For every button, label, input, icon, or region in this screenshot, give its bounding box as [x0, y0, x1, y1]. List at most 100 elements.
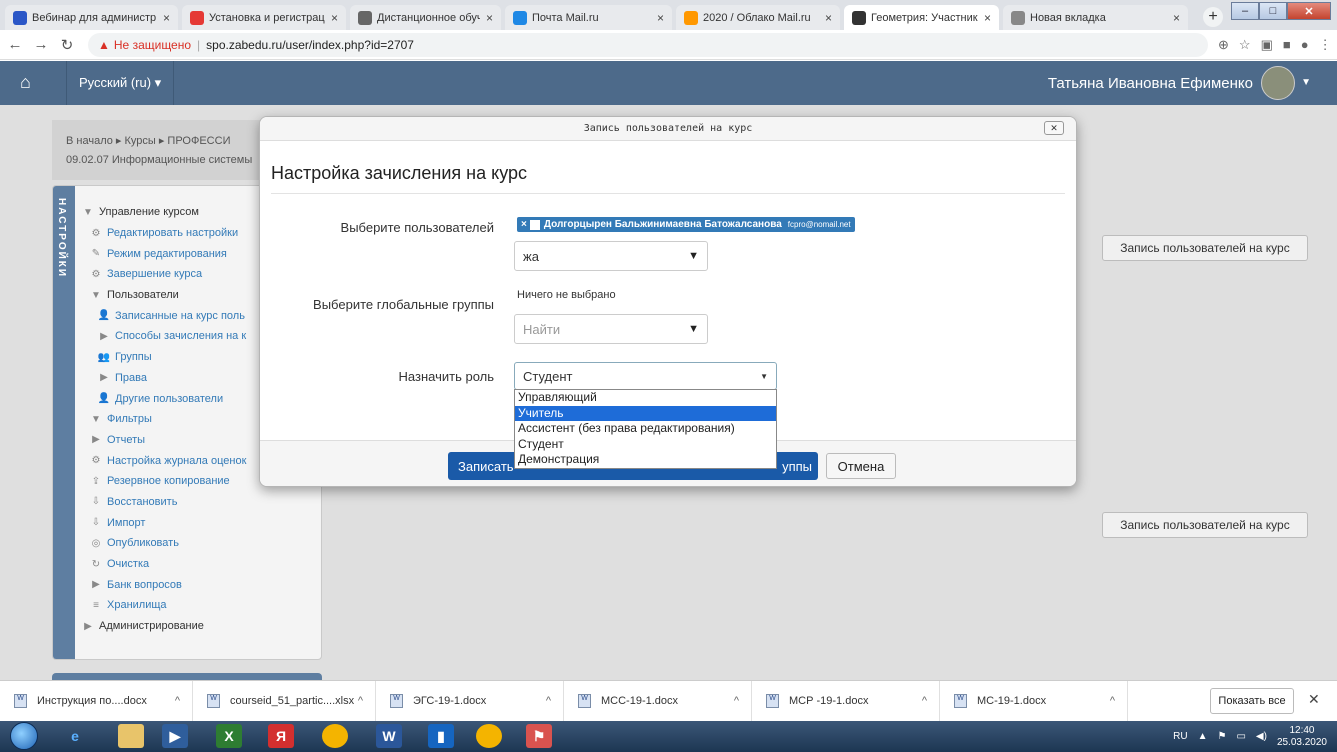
- enrol-users-button[interactable]: Запись пользователей на курс: [1102, 512, 1308, 538]
- settings-item[interactable]: ✎ Режим редактирования: [81, 243, 246, 264]
- minimize-button[interactable]: –: [1231, 2, 1259, 20]
- start-button[interactable]: [10, 722, 38, 750]
- volume-icon[interactable]: ◀): [1256, 731, 1267, 742]
- settings-item[interactable]: ▶ Банк вопросов: [81, 574, 246, 595]
- role-option[interactable]: Демонстрация: [515, 452, 776, 468]
- dropdown-arrow-icon[interactable]: ▼: [688, 250, 699, 262]
- user-search-input[interactable]: жа ▼: [514, 241, 708, 271]
- browser-tab[interactable]: Новая вкладка ×: [1003, 5, 1188, 30]
- yandex-icon[interactable]: Я: [268, 724, 294, 748]
- download-item[interactable]: W Инструкция по....docx ^: [0, 680, 193, 722]
- remove-chip-icon[interactable]: ×: [521, 219, 527, 230]
- download-item[interactable]: W МС-19-1.docx ^: [940, 680, 1128, 722]
- role-option[interactable]: Ассистент (без права редактирования): [515, 421, 776, 437]
- settings-item[interactable]: ⇩ Восстановить: [81, 492, 246, 513]
- settings-item[interactable]: ↻ Очистка: [81, 554, 246, 575]
- show-all-button[interactable]: Показать все: [1210, 688, 1294, 714]
- url-field[interactable]: ▲ Не защищено | spo.zabedu.ru/user/index…: [88, 32, 1208, 57]
- role-option[interactable]: Управляющий: [515, 390, 776, 406]
- menu-icon[interactable]: ⋮: [1319, 37, 1332, 53]
- settings-item[interactable]: ⇪ Резервное копирование: [81, 471, 246, 492]
- close-tab-icon[interactable]: ×: [1173, 11, 1180, 25]
- caret-down-icon[interactable]: ▼: [1301, 77, 1311, 88]
- chevron-up-icon[interactable]: ^: [546, 695, 551, 707]
- settings-item[interactable]: ▼ Фильтры: [81, 409, 246, 430]
- settings-item[interactable]: ⚙ Редактировать настройки: [81, 223, 246, 244]
- close-tab-icon[interactable]: ×: [825, 11, 832, 25]
- settings-item[interactable]: ⚙ Настройка журнала оценок: [81, 450, 247, 471]
- tray-up-icon[interactable]: ▲: [1198, 731, 1208, 742]
- browser-tab[interactable]: Дистанционное обучени ×: [350, 5, 501, 30]
- back-icon[interactable]: ←: [4, 36, 26, 53]
- close-tab-icon[interactable]: ×: [163, 11, 170, 25]
- language-menu[interactable]: Русский (ru) ▾: [66, 61, 175, 105]
- extension-icon[interactable]: ■: [1283, 37, 1291, 53]
- app-icon[interactable]: ⚑: [526, 724, 552, 748]
- ie-icon[interactable]: e: [62, 724, 88, 748]
- download-item[interactable]: Wcourseid_51_partic....xlsx ^: [193, 680, 376, 722]
- selected-user-chip[interactable]: × Долгорцырен Бальжинимаевна Батожалсано…: [517, 217, 855, 232]
- browser-tab[interactable]: Вебинар для администр ×: [5, 5, 178, 30]
- chevron-up-icon[interactable]: ^: [734, 695, 739, 707]
- settings-item[interactable]: ⇩ Импорт: [81, 512, 246, 533]
- role-option[interactable]: Учитель: [515, 405, 776, 421]
- forward-icon[interactable]: →: [30, 36, 52, 53]
- chevron-up-icon[interactable]: ^: [358, 695, 363, 707]
- download-item[interactable]: W ЭГС-19-1.docx ^: [376, 680, 564, 722]
- excel-icon[interactable]: X: [216, 724, 242, 748]
- close-window-button[interactable]: ✕: [1287, 2, 1331, 20]
- user-menu[interactable]: Татьяна Ивановна Ефименко: [1048, 61, 1295, 105]
- browser-tab[interactable]: Почта Mail.ru ×: [505, 5, 672, 30]
- chevron-up-icon[interactable]: ^: [1110, 695, 1115, 707]
- maximize-button[interactable]: □: [1259, 2, 1287, 20]
- settings-item[interactable]: 👤 Другие пользователи: [81, 388, 246, 409]
- cancel-button[interactable]: Отмена: [826, 453, 896, 479]
- browser-tab[interactable]: Геометрия: Участники ×: [844, 5, 999, 30]
- download-item[interactable]: W МСР -19-1.docx ^: [752, 680, 940, 722]
- save-icon[interactable]: ▮: [428, 724, 454, 748]
- browser-tab[interactable]: 2020 / Облако Mail.ru ×: [676, 5, 840, 30]
- profile-icon[interactable]: ●: [1301, 37, 1309, 53]
- language-indicator[interactable]: RU: [1173, 731, 1187, 742]
- extension-icon[interactable]: ▣: [1261, 37, 1273, 53]
- chevron-up-icon[interactable]: ^: [175, 695, 180, 707]
- explorer-icon[interactable]: [118, 724, 144, 748]
- enrol-users-button[interactable]: Запись пользователей на курс: [1102, 235, 1308, 261]
- settings-item[interactable]: ≡ Хранилища: [81, 595, 246, 616]
- settings-item[interactable]: ▶ Способы зачисления на к: [81, 326, 246, 347]
- chevron-up-icon[interactable]: ^: [922, 695, 927, 707]
- settings-item[interactable]: ▶ Права: [81, 368, 246, 389]
- clock[interactable]: 12:40 25.03.2020: [1277, 725, 1327, 749]
- home-icon[interactable]: ⌂: [20, 72, 44, 94]
- close-icon[interactable]: ✕: [1044, 121, 1064, 135]
- close-tab-icon[interactable]: ×: [486, 11, 493, 25]
- flag-icon[interactable]: ⚑: [1217, 731, 1226, 742]
- word-icon[interactable]: W: [376, 724, 402, 748]
- reload-icon[interactable]: ↻: [56, 36, 78, 54]
- close-tab-icon[interactable]: ×: [984, 11, 991, 25]
- media-player-icon[interactable]: ▶: [162, 724, 188, 748]
- settings-item[interactable]: ▼ Пользователи: [81, 285, 246, 306]
- close-shelf-icon[interactable]: ✕: [1308, 691, 1320, 708]
- settings-item[interactable]: 👥 Группы: [81, 347, 246, 368]
- settings-item[interactable]: ▶ Отчеты: [81, 430, 246, 451]
- settings-item[interactable]: ▼ Управление курсом: [81, 202, 246, 223]
- download-item[interactable]: W МСС-19-1.docx ^: [564, 680, 752, 722]
- network-icon[interactable]: ▭: [1236, 731, 1245, 742]
- zoom-icon[interactable]: ⊕: [1218, 37, 1229, 53]
- close-tab-icon[interactable]: ×: [657, 11, 664, 25]
- chrome-icon[interactable]: [476, 724, 502, 748]
- settings-item[interactable]: ◎ Опубликовать: [81, 533, 246, 554]
- new-tab-button[interactable]: +: [1203, 7, 1223, 27]
- settings-item[interactable]: ⚙ Завершение курса: [81, 264, 246, 285]
- bookmark-star-icon[interactable]: ☆: [1239, 37, 1251, 53]
- settings-item[interactable]: ▶ Администрирование: [81, 616, 246, 637]
- close-tab-icon[interactable]: ×: [331, 11, 338, 25]
- chrome-icon[interactable]: [322, 724, 348, 748]
- settings-item[interactable]: 👤 Записанные на курс поль: [81, 305, 246, 326]
- dropdown-arrow-icon[interactable]: ▼: [688, 323, 699, 335]
- groups-search-input[interactable]: Найти ▼: [514, 314, 708, 344]
- browser-tab[interactable]: Установка и регистрация ×: [182, 5, 346, 30]
- role-select[interactable]: Студент ▼: [514, 362, 777, 390]
- role-option[interactable]: Студент: [515, 437, 776, 453]
